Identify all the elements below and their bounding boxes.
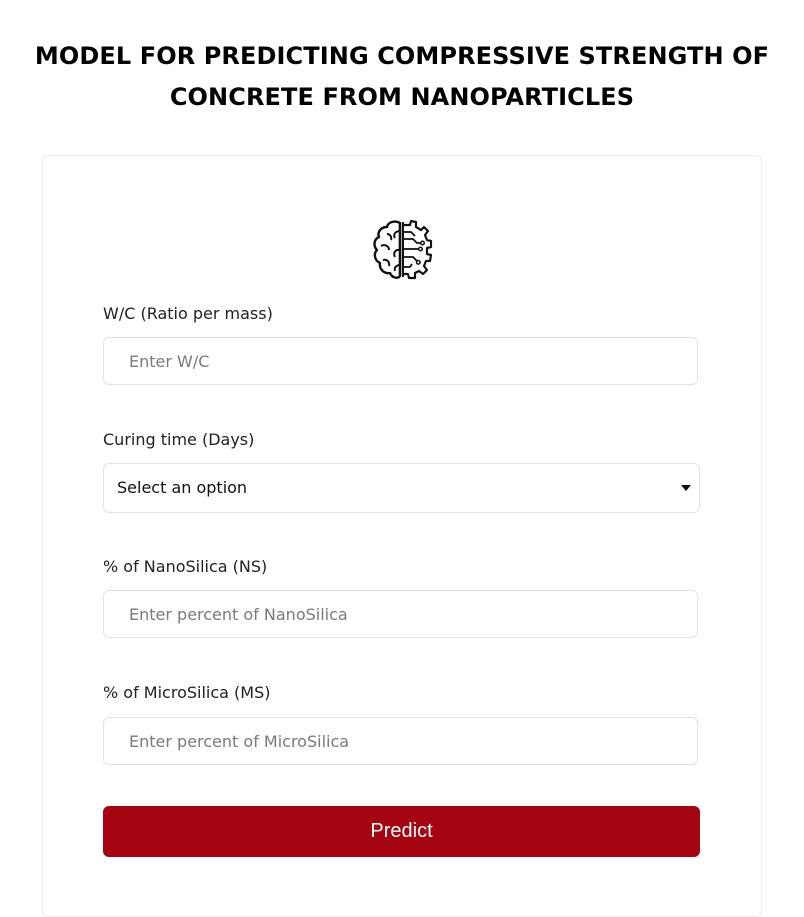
- microsilica-field-box: [103, 717, 698, 765]
- wc-label: W/C (Ratio per mass): [103, 304, 273, 323]
- brain-gear-icon: [373, 219, 433, 280]
- curing-time-selected-value: Select an option: [117, 478, 248, 497]
- microsilica-input[interactable]: [104, 718, 697, 764]
- page-title: MODEL FOR PREDICTING COMPRESSIVE STRENGT…: [34, 42, 770, 111]
- nanosilica-label: % of NanoSilica (NS): [103, 557, 268, 576]
- microsilica-label: % of MicroSilica (MS): [103, 683, 271, 702]
- curing-time-label: Curing time (Days): [103, 430, 255, 449]
- wc-input[interactable]: [104, 338, 697, 384]
- predict-button[interactable]: Predict: [103, 806, 700, 857]
- nanosilica-input[interactable]: [104, 591, 697, 637]
- caret-down-icon: [681, 485, 691, 491]
- wc-field-box: [103, 337, 698, 385]
- curing-time-select[interactable]: Select an option: [103, 463, 700, 513]
- nanosilica-field-box: [103, 590, 698, 638]
